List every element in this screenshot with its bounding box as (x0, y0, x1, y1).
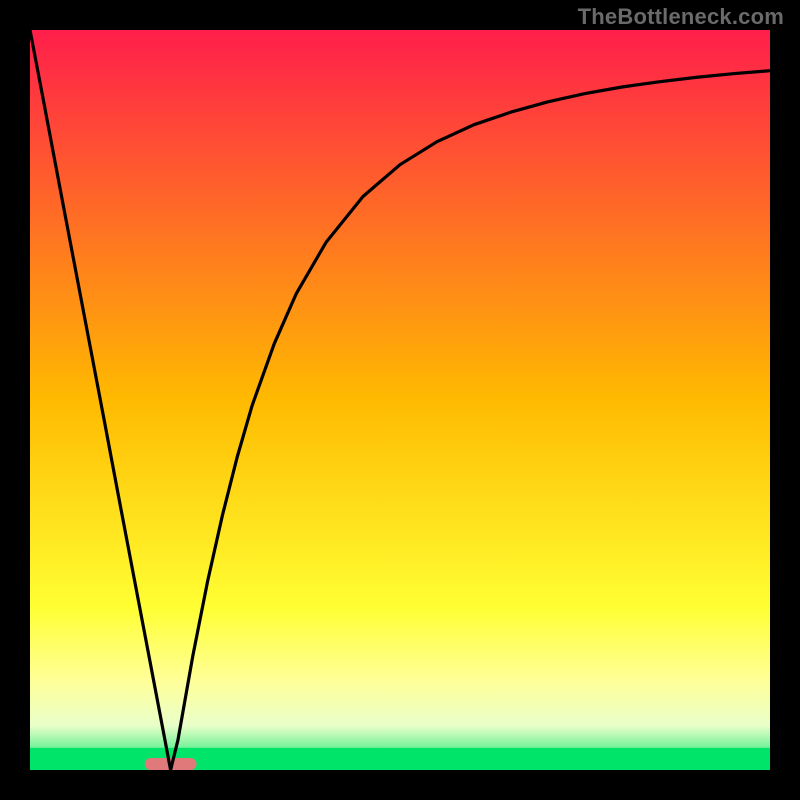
chart-container: TheBottleneck.com (0, 0, 800, 800)
green-baseline-band (30, 748, 770, 770)
plot-svg (30, 30, 770, 770)
plot-background (30, 30, 770, 770)
site-watermark: TheBottleneck.com (578, 4, 784, 30)
